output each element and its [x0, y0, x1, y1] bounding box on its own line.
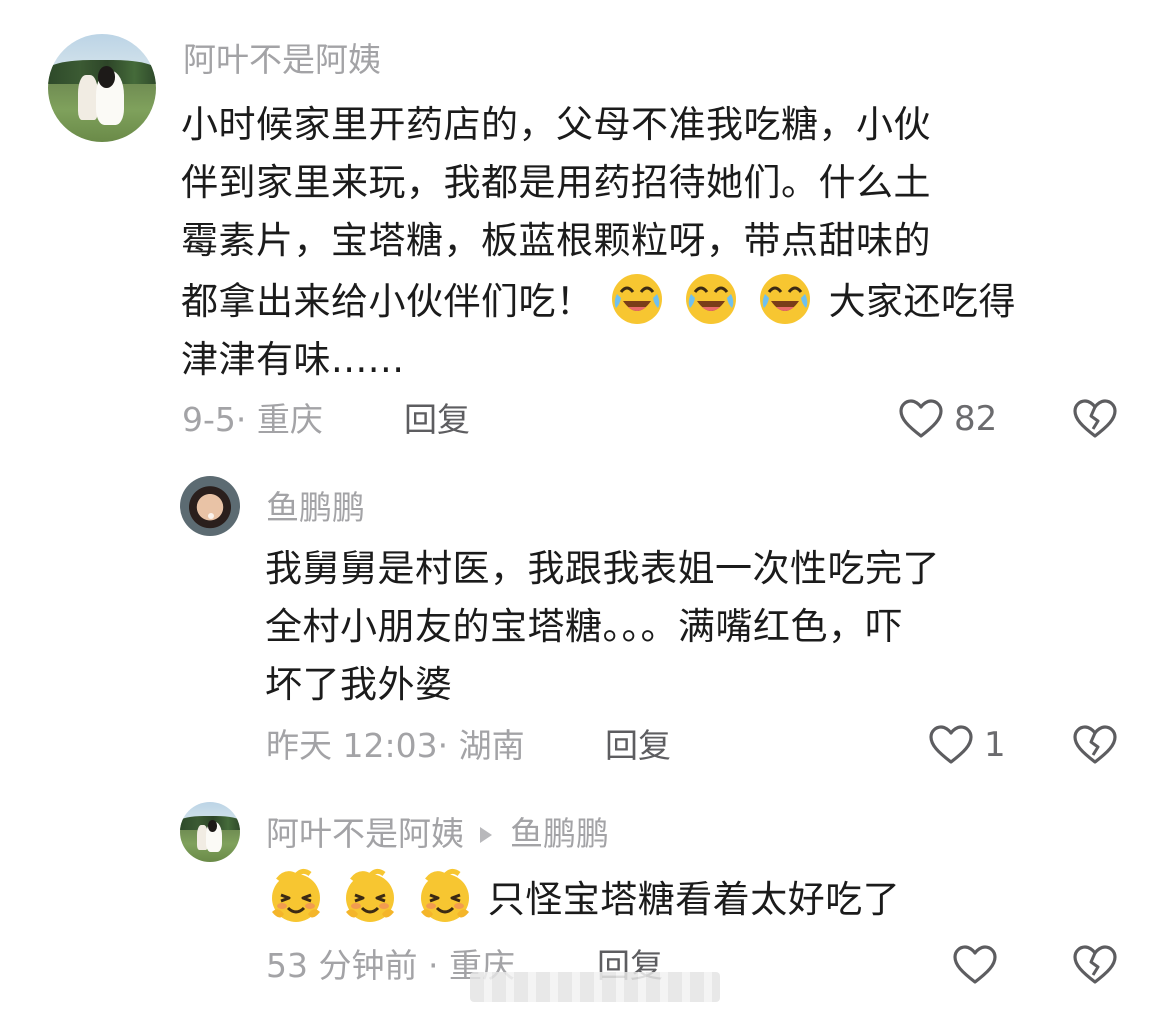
comment-author[interactable]: 阿叶不是阿姨 鱼鹏鹏	[266, 814, 609, 854]
heart-icon	[953, 945, 997, 984]
heart-icon	[899, 399, 943, 438]
blushing-grin-emoji-icon	[420, 868, 469, 922]
reply-button[interactable]: 回复	[605, 726, 671, 766]
reply-button[interactable]: 回复	[404, 400, 470, 440]
laughing-crying-emoji-icon	[760, 274, 811, 324]
blushing-grin-emoji-icon	[346, 868, 395, 922]
comment-text: 只怪宝塔糖看着太好吃了	[265, 868, 900, 929]
like-button[interactable]: 1	[928, 724, 1006, 766]
avatar[interactable]	[180, 476, 240, 536]
like-count: 82	[954, 399, 998, 439]
broken-heart-icon[interactable]	[1072, 724, 1118, 766]
broken-heart-icon[interactable]	[1072, 398, 1118, 440]
watermark-overlay	[470, 972, 720, 1002]
reply-target[interactable]: 鱼鹏鹏	[510, 814, 609, 853]
like-button[interactable]	[952, 944, 1008, 986]
comment-meta: 昨天 12:03· 湖南	[266, 726, 525, 765]
comment-text: 我舅舅是村医，我跟我表姐一次性吃完了 全村小朋友的宝塔糖。。。满嘴红色，吓 坏了…	[265, 547, 940, 706]
comment-author[interactable]: 鱼鹏鹏	[266, 488, 365, 528]
comment-author[interactable]: 阿叶不是阿姨	[183, 40, 381, 80]
broken-heart-icon[interactable]	[1072, 944, 1118, 986]
avatar[interactable]	[48, 34, 156, 142]
reply-arrow-icon	[480, 827, 492, 843]
like-button[interactable]: 82	[898, 398, 997, 440]
laughing-crying-emoji-icon	[686, 274, 737, 324]
like-count: 1	[984, 725, 1006, 765]
comment-text: 小时候家里开药店的，父母不准我吃糖，小伙 伴到家里来玩，我都是用药招待她们。什么…	[181, 103, 1017, 381]
avatar[interactable]	[180, 802, 240, 862]
blushing-grin-emoji-icon	[272, 868, 320, 922]
heart-icon	[929, 725, 973, 764]
comment-meta: 9-5· 重庆	[182, 400, 323, 439]
laughing-crying-emoji-icon	[611, 274, 662, 324]
